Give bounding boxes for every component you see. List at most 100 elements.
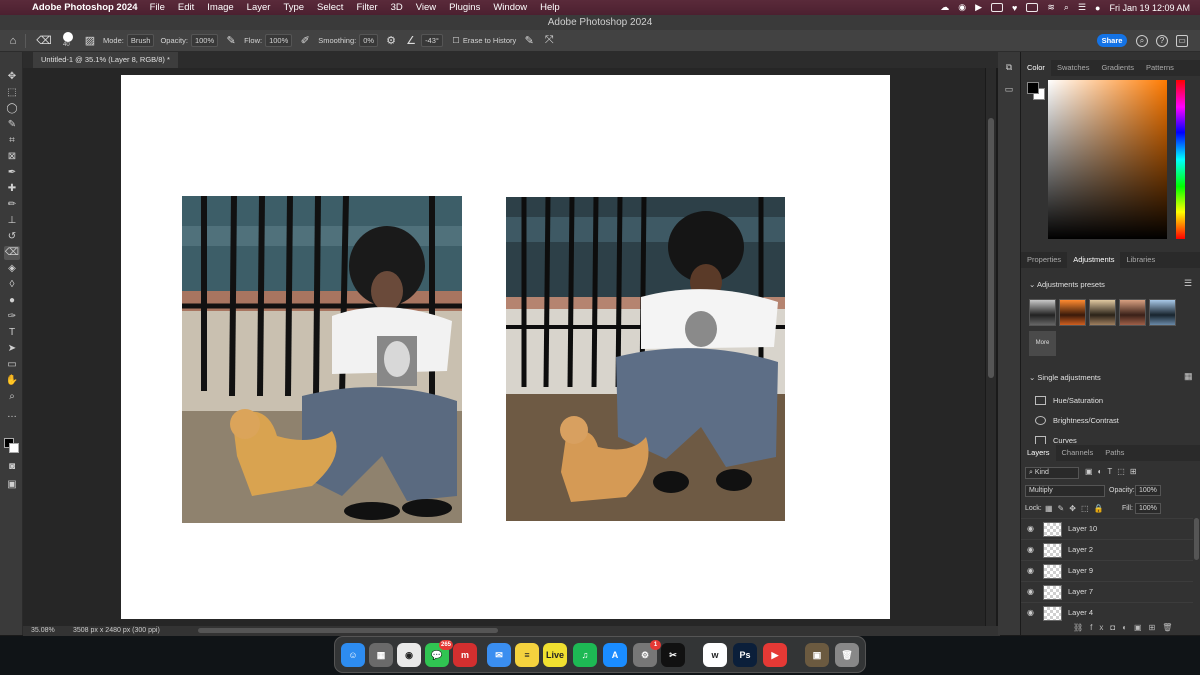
layer-actions[interactable]: ⛓fx◘◐▣⊞🗑 <box>1073 623 1179 632</box>
color-picker-field[interactable] <box>1048 80 1167 239</box>
reference-photo[interactable] <box>506 197 785 521</box>
display-icon[interactable] <box>991 3 1003 12</box>
siri-icon[interactable]: ● <box>1095 3 1100 13</box>
move-tool-icon[interactable]: ✥ <box>4 70 20 84</box>
adjustment-curves[interactable]: Curves <box>1035 436 1077 444</box>
preset-thumbnail[interactable] <box>1149 299 1176 326</box>
smoothing-gear-icon[interactable]: ⚙ <box>384 34 398 48</box>
clone-stamp-tool-icon[interactable]: ⊥ <box>4 214 20 228</box>
erase-history-checkbox[interactable]: ☐ <box>449 34 463 48</box>
rectangle-tool-icon[interactable]: ▭ <box>4 358 20 372</box>
eraser-tool-icon[interactable]: ⌫ <box>36 34 52 48</box>
eye-icon[interactable]: ◉ <box>1027 524 1034 533</box>
tab-libraries[interactable]: Libraries <box>1120 252 1161 268</box>
creative-cloud-icon[interactable]: ☁ <box>940 2 949 13</box>
layer-row[interactable]: ◉ Layer 2 <box>1021 539 1193 559</box>
lock-icons[interactable]: ▦✎✥⬚🔒 <box>1045 504 1108 513</box>
eye-icon[interactable]: ◉ <box>1027 587 1034 596</box>
menu-layer[interactable]: Layer <box>247 2 271 13</box>
menu-help[interactable]: Help <box>540 2 560 13</box>
history-brush-tool-icon[interactable]: ↺ <box>4 230 20 244</box>
menu-filter[interactable]: Filter <box>356 2 377 13</box>
more-tools-icon[interactable]: … <box>4 408 20 422</box>
dock-app-chrome[interactable]: ◉ <box>397 643 421 667</box>
pen-tool-icon[interactable]: ✑ <box>4 310 20 324</box>
app-menu[interactable]: Adobe Photoshop 2024 <box>32 2 138 13</box>
type-tool-icon[interactable]: T <box>4 326 20 340</box>
airbrush-icon[interactable]: ✐ <box>298 34 312 48</box>
brush-preset-picker[interactable]: 40 <box>59 31 77 51</box>
dock-app-spotify[interactable]: ♫ <box>573 643 597 667</box>
preset-thumbnail[interactable] <box>1029 299 1056 326</box>
comments-panel-icon[interactable]: ▭ <box>1003 84 1015 94</box>
preset-thumbnail[interactable] <box>1089 299 1116 326</box>
layer-opacity-field[interactable]: 100% <box>1135 485 1161 496</box>
layer-row[interactable]: ◉ Layer 7 <box>1021 581 1193 601</box>
dock-app-notes[interactable]: ≡ <box>515 643 539 667</box>
adjustment-hue-saturation[interactable]: Hue/Saturation <box>1035 396 1103 405</box>
layer-row[interactable]: ◉ Layer 4 <box>1021 602 1193 622</box>
screen-mode-icon[interactable]: ▣ <box>4 478 20 492</box>
layer-filter-dropdown[interactable]: ⌕ Kind <box>1025 467 1079 479</box>
symmetry-icon[interactable]: ⤧ <box>542 34 556 48</box>
control-center-icon[interactable]: ☰ <box>1078 2 1086 13</box>
wifi-icon[interactable]: ≋ <box>1047 2 1055 13</box>
menu-view[interactable]: View <box>416 2 436 13</box>
eye-icon[interactable]: ◉ <box>1027 608 1034 617</box>
angle-field[interactable]: -43° <box>421 34 443 47</box>
heart-icon[interactable]: ♥ <box>1012 3 1017 13</box>
hue-slider[interactable] <box>1176 80 1185 239</box>
vertical-scrollbar[interactable] <box>986 68 996 626</box>
dock-app-capcut[interactable]: ✂ <box>661 643 685 667</box>
play-icon[interactable]: ▶ <box>975 2 982 13</box>
search-icon[interactable]: ⌕ <box>1136 35 1148 47</box>
quick-mask-icon[interactable]: ◙ <box>4 460 20 474</box>
dock-app-photos[interactable]: ▣ <box>805 643 829 667</box>
history-panel-icon[interactable]: ⧉ <box>1003 62 1015 72</box>
menubar-clock[interactable]: Fri Jan 19 12:09 AM <box>1109 3 1190 13</box>
dock-app-live[interactable]: Live <box>543 643 567 667</box>
eye-icon[interactable]: ◉ <box>1027 566 1034 575</box>
menu-3d[interactable]: 3D <box>391 2 403 13</box>
adjustment-brightness-contrast[interactable]: Brightness/Contrast <box>1035 416 1119 425</box>
grid-view-icon[interactable]: ▦ <box>1184 371 1193 382</box>
dock-app-webex[interactable]: w <box>703 643 727 667</box>
lasso-tool-icon[interactable]: ◯ <box>4 102 20 116</box>
record-icon[interactable]: ◉ <box>958 2 966 13</box>
tab-gradients[interactable]: Gradients <box>1095 60 1140 76</box>
mode-dropdown[interactable]: Brush <box>126 34 155 47</box>
painted-artwork[interactable] <box>182 196 462 523</box>
brush-settings-icon[interactable]: ▨ <box>83 34 97 48</box>
menu-edit[interactable]: Edit <box>178 2 194 13</box>
document-tab[interactable]: Untitled-1 @ 35.1% (Layer 8, RGB/8) * <box>33 52 178 68</box>
quick-select-tool-icon[interactable]: ✎ <box>4 118 20 132</box>
frame-tool-icon[interactable]: ⊠ <box>4 150 20 164</box>
tab-adjustments[interactable]: Adjustments <box>1067 252 1121 268</box>
layers-scrollbar[interactable] <box>1194 518 1199 560</box>
menu-file[interactable]: File <box>150 2 165 13</box>
single-adjustments-header[interactable]: ⌄ Single adjustments <box>1029 373 1101 382</box>
dock-app-messages[interactable]: 💬 265 <box>425 640 453 667</box>
zoom-level[interactable]: 35.08% <box>31 626 55 636</box>
pressure-size-icon[interactable]: ✎ <box>522 34 536 48</box>
dock-app-finder[interactable]: ☺ <box>341 643 365 667</box>
tab-properties[interactable]: Properties <box>1021 252 1067 268</box>
path-select-tool-icon[interactable]: ➤ <box>4 342 20 356</box>
opacity-field[interactable]: 100% <box>190 34 219 47</box>
dock-app-launchpad[interactable]: ▦ <box>369 643 393 667</box>
document-info[interactable]: 3508 px x 2480 px (300 ppi) <box>73 626 160 636</box>
tab-channels[interactable]: Channels <box>1056 445 1100 461</box>
paint-bucket-tool-icon[interactable]: ◈ <box>4 262 20 276</box>
blur-tool-icon[interactable]: ◊ <box>4 278 20 292</box>
canvas-area[interactable] <box>23 68 985 626</box>
dock-app-mail[interactable]: ✉ <box>487 643 511 667</box>
horizontal-scrollbar[interactable] <box>198 628 498 633</box>
search-icon[interactable]: ⌕ <box>1064 2 1069 13</box>
crop-tool-icon[interactable]: ⌗ <box>4 134 20 148</box>
preset-thumbnail[interactable] <box>1119 299 1146 326</box>
smoothing-field[interactable]: 0% <box>359 34 379 47</box>
home-icon[interactable]: ⌂ <box>6 34 20 48</box>
dodge-tool-icon[interactable]: ● <box>4 294 20 308</box>
dock-app-app[interactable]: ▶ <box>763 643 787 667</box>
more-presets-button[interactable]: More <box>1029 331 1056 356</box>
